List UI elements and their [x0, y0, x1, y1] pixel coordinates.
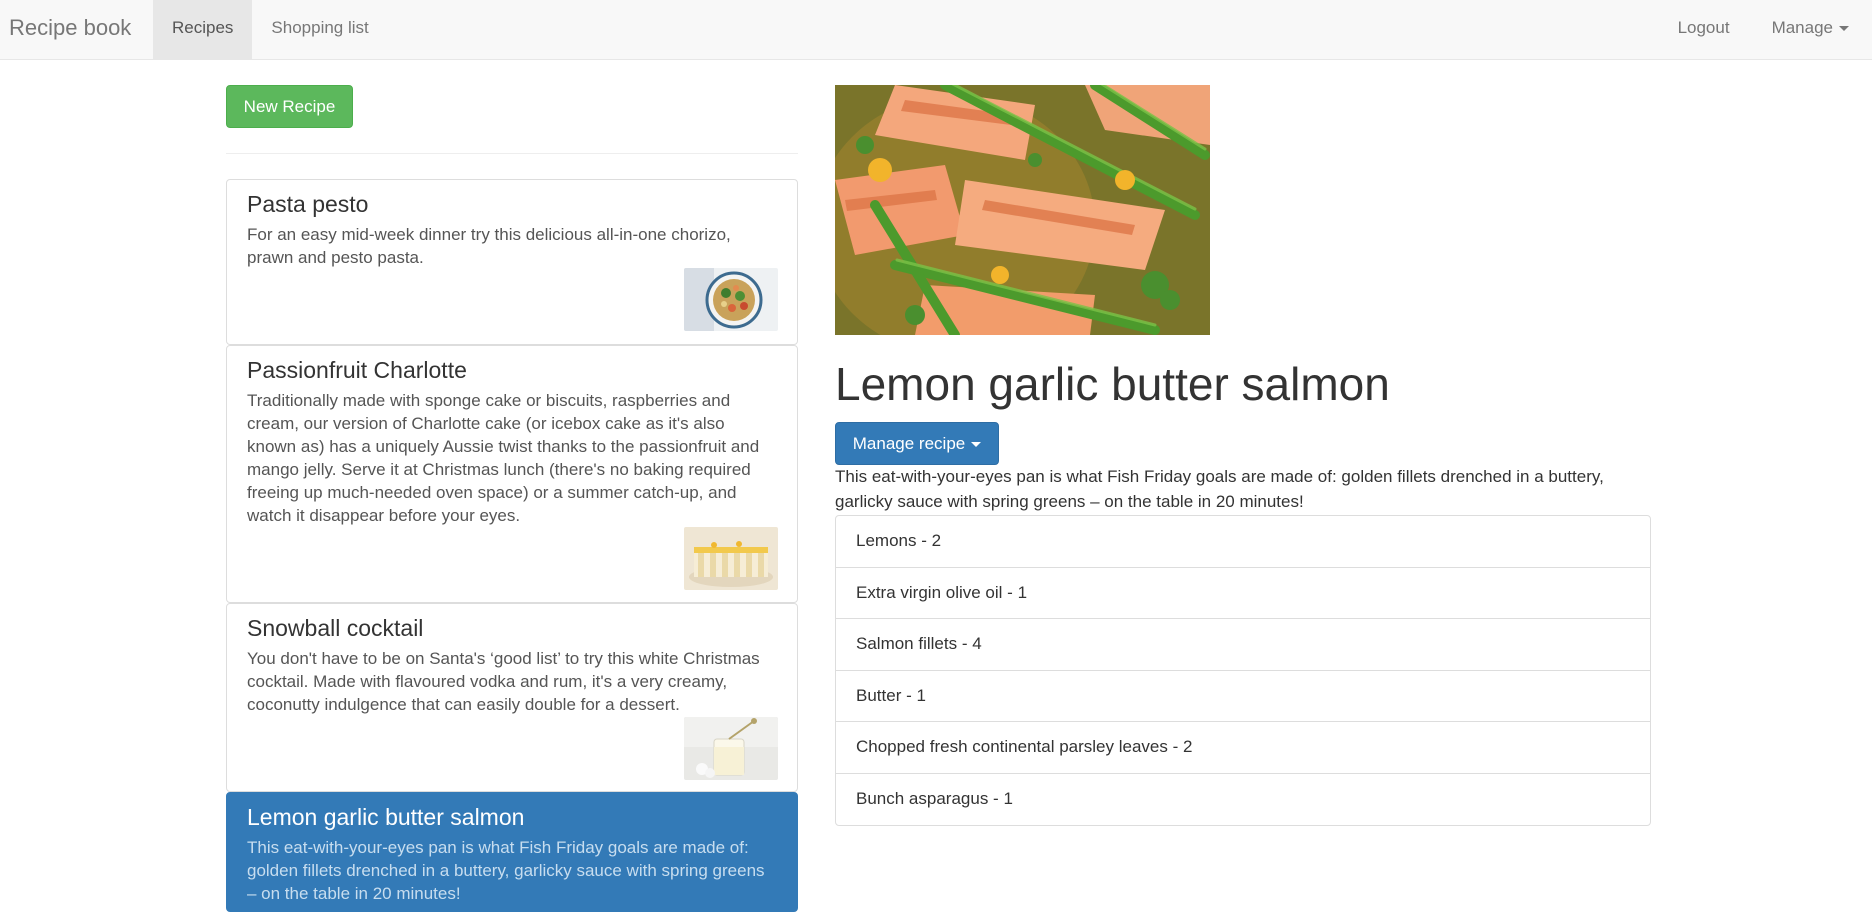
nav-shopping-list[interactable]: Shopping list — [252, 0, 387, 59]
pasta-bowl-image — [684, 268, 778, 331]
brand-link[interactable]: Recipe book — [9, 0, 131, 59]
recipe-card-description: Traditionally made with sponge cake or b… — [247, 391, 760, 525]
navbar: Recipe book Recipes Shopping list Logout… — [0, 0, 1872, 60]
recipe-card-snowball-cocktail[interactable]: Snowball cocktail You don't have to be o… — [226, 603, 798, 792]
ingredient-name: Butter — [856, 685, 902, 705]
recipe-card-pasta-pesto[interactable]: Pasta pesto For an easy mid-week dinner … — [226, 179, 798, 345]
ingredient-item[interactable]: Bunch asparagus - 1 — [836, 774, 1650, 826]
recipe-card-title: Snowball cocktail — [247, 615, 424, 641]
ingredient-name: Lemons — [856, 531, 917, 550]
recipe-card-description: This eat-with-your-eyes pan is what Fish… — [247, 838, 765, 903]
recipe-card-title: Passionfruit Charlotte — [247, 357, 467, 383]
ingredient-item[interactable]: Extra virgin olive oil - 1 — [836, 568, 1650, 619]
caret-down-icon — [971, 442, 982, 448]
new-recipe-button[interactable]: New Recipe — [226, 85, 353, 128]
recipe-card-title: Pasta pesto — [247, 191, 369, 217]
nav-right: Logout Manage — [1659, 0, 1872, 59]
nav-recipes[interactable]: Recipes — [153, 0, 253, 59]
ingredient-item[interactable]: Salmon fillets - 4 — [836, 619, 1650, 671]
charlotte-cake-image — [684, 527, 778, 590]
ingredient-amount: 1 — [916, 685, 926, 705]
ingredient-item[interactable]: Lemons - 2 — [836, 516, 1650, 568]
recipe-card-passionfruit-charlotte[interactable]: Passionfruit Charlotte Traditionally mad… — [226, 345, 798, 603]
divider — [226, 153, 798, 154]
recipe-title: Lemon garlic butter salmon — [835, 358, 1390, 410]
ingredient-name: Bunch asparagus — [856, 788, 989, 808]
ingredient-name: Chopped fresh continental parsley leaves — [856, 737, 1168, 756]
ingredient-item[interactable]: Butter - 1 — [836, 671, 1650, 722]
ingredient-name: Salmon fillets — [856, 634, 958, 653]
ingredients-list: Lemons - 2 Extra virgin olive oil - 1 Sa… — [835, 515, 1651, 826]
salmon-asparagus-pan-image — [835, 85, 1210, 335]
recipe-description: This eat-with-your-eyes pan is what Fish… — [835, 467, 1604, 511]
ingredient-amount: 2 — [931, 531, 942, 550]
caret-down-icon — [1839, 26, 1849, 32]
nav-links: Recipes Shopping list — [153, 0, 388, 59]
manage-recipe-button[interactable]: Manage recipe — [835, 422, 999, 465]
ingredient-amount: 2 — [1182, 737, 1193, 756]
ingredient-amount: 1 — [1017, 582, 1028, 602]
ingredient-amount: 4 — [972, 634, 982, 653]
recipe-card-description: You don't have to be on Santa's ‘good li… — [247, 649, 760, 714]
ingredient-name: Extra virgin olive oil — [856, 582, 1003, 602]
recipe-card-description: For an easy mid-week dinner try this del… — [247, 225, 731, 267]
recipe-card-lemon-garlic-butter-salmon[interactable]: Lemon garlic butter salmon This eat-with… — [226, 792, 798, 912]
logout-link[interactable]: Logout — [1659, 0, 1753, 59]
ingredient-item[interactable]: Chopped fresh continental parsley leaves… — [836, 722, 1650, 774]
manage-dropdown-label: Manage — [1771, 18, 1833, 37]
ingredient-amount: 1 — [1003, 788, 1013, 808]
manage-recipe-label: Manage recipe — [852, 434, 966, 453]
cocktail-glass-image — [684, 717, 778, 780]
manage-dropdown[interactable]: Manage — [1753, 0, 1872, 59]
recipe-card-title: Lemon garlic butter salmon — [247, 804, 525, 830]
